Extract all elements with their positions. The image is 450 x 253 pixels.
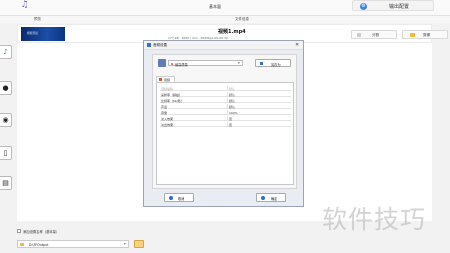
watermark: 软件技巧 — [322, 205, 427, 234]
column-divider — [227, 92, 228, 97]
column-divider — [227, 122, 228, 127]
chevron-down-icon: ▾ — [238, 61, 240, 65]
column-divider — [227, 86, 228, 91]
preview-header: 预览 — [34, 17, 41, 21]
setting-key: 淡入效果 — [161, 116, 174, 121]
file-icon[interactable]: ▤ — [0, 176, 12, 190]
settings-panel: 音频编码 默认 采样率（赫兹） 默认 比特率（Kb/秒） 默认 声道 默认 音量 — [156, 82, 294, 185]
output-config-button[interactable]: ⚙ 输出配置 — [352, 0, 434, 11]
close-icon[interactable]: ✕ — [295, 42, 299, 48]
save-as-button[interactable]: 另存为 — [255, 59, 291, 67]
audio-tab-icon — [159, 78, 162, 81]
settings-circle-icon: ⚙ — [360, 3, 367, 10]
file-info-header: 文件信息 — [235, 17, 249, 21]
settings-row[interactable]: 淡出效果 否 — [160, 122, 291, 127]
audio-icon[interactable]: ♪ — [0, 45, 12, 59]
ok-button[interactable]: 确定 — [256, 193, 286, 202]
setting-value: 100% — [229, 110, 238, 115]
cancel-button[interactable]: 取消 — [164, 193, 194, 202]
left-sidebar: ♪ ● ◉ ▯ ▤ — [0, 43, 16, 203]
setting-value: 否 — [229, 116, 233, 121]
split-icon — [357, 33, 361, 37]
check-icon — [261, 196, 265, 200]
tab-audio-label: 音频 — [164, 77, 171, 82]
save-as-label: 另存为 — [271, 62, 281, 67]
append-setting-name-option[interactable]: 添加设置名称（基本量） — [17, 228, 137, 234]
quality-dot-icon — [171, 62, 173, 65]
folder-icon — [20, 243, 24, 246]
window-title: 基本量 — [209, 4, 221, 9]
back-arrow-icon — [169, 196, 173, 200]
setting-value: 默认 — [229, 104, 236, 109]
audio-settings-dialog: 音频设置 ✕ 最高质量 ▾ 另存为 音频 音频编码 默认 采样率（赫兹） 默认 … — [143, 40, 304, 207]
profile-icon — [158, 59, 166, 67]
profile-value: 最高质量 — [175, 62, 188, 67]
setting-key: 淡出效果 — [161, 122, 174, 127]
profile-select[interactable]: 最高质量 ▾ — [168, 60, 243, 67]
setting-key: 比特率（Kb/秒） — [161, 98, 184, 103]
output-folder-select[interactable]: D:\FFOutput ▾ — [17, 240, 129, 248]
disc-icon[interactable]: ◉ — [0, 113, 12, 127]
document-icon[interactable]: ▯ — [0, 146, 12, 160]
music-note-icon: ♫ — [20, 0, 29, 10]
settings-row[interactable]: 音量 100% — [160, 110, 291, 115]
output-config-label: 输出配置 — [389, 4, 410, 10]
column-divider — [227, 104, 228, 109]
dialog-title: 音频设置 — [153, 43, 167, 47]
setting-value: 默认 — [229, 98, 236, 103]
split-button[interactable]: 分割 — [351, 30, 397, 39]
column-header-bar: 预览 文件信息 — [0, 16, 450, 23]
append-setting-checkbox[interactable] — [17, 229, 21, 233]
cancel-label: 取消 — [178, 197, 185, 201]
append-setting-label: 添加设置名称（基本量） — [23, 230, 60, 234]
setting-value: 默认 — [229, 86, 236, 91]
chevron-down-icon: ▾ — [124, 242, 126, 246]
setting-key: 音量 — [161, 110, 168, 115]
title-bar: ♫ 基本量 ⚙ 输出配置 — [0, 0, 450, 16]
column-divider — [227, 110, 228, 115]
column-divider — [227, 116, 228, 121]
split-label: 分割 — [372, 32, 379, 37]
output-folder-path: D:\FFOutput — [29, 242, 49, 247]
setting-key: 音频编码 — [161, 86, 174, 91]
settings-row[interactable]: 音频编码 默认 — [160, 86, 291, 91]
column-divider — [227, 98, 228, 103]
dialog-body: 最高质量 ▾ 另存为 音频 音频编码 默认 采样率（赫兹） 默认 比特率（Kb/… — [152, 54, 297, 189]
setting-value: 默认 — [229, 92, 236, 97]
edit-button[interactable]: 剪辑 — [402, 30, 448, 39]
setting-key: 声道 — [161, 104, 168, 109]
setting-value: 否 — [229, 122, 233, 127]
save-icon — [260, 62, 263, 65]
file-name: 视频1.mp4 — [218, 29, 246, 35]
dialog-app-icon — [147, 43, 151, 47]
settings-row[interactable]: 淡入效果 否 — [160, 116, 291, 121]
video-thumbnail[interactable]: 视频预览 — [21, 27, 65, 41]
edit-label: 剪辑 — [423, 32, 430, 37]
settings-row[interactable]: 比特率（Kb/秒） 默认 — [160, 98, 291, 103]
settings-row[interactable]: 声道 默认 — [160, 104, 291, 109]
scissors-icon — [410, 33, 415, 37]
setting-key: 采样率（赫兹） — [161, 92, 183, 97]
ok-label: 确定 — [271, 197, 278, 201]
dialog-title-bar[interactable]: 音频设置 ✕ — [144, 41, 303, 50]
video-icon[interactable]: ● — [0, 81, 12, 95]
settings-row[interactable]: 采样率（赫兹） 默认 — [160, 92, 291, 97]
thumbnail-text: 视频预览 — [27, 31, 39, 35]
open-folder-button[interactable] — [134, 240, 144, 248]
